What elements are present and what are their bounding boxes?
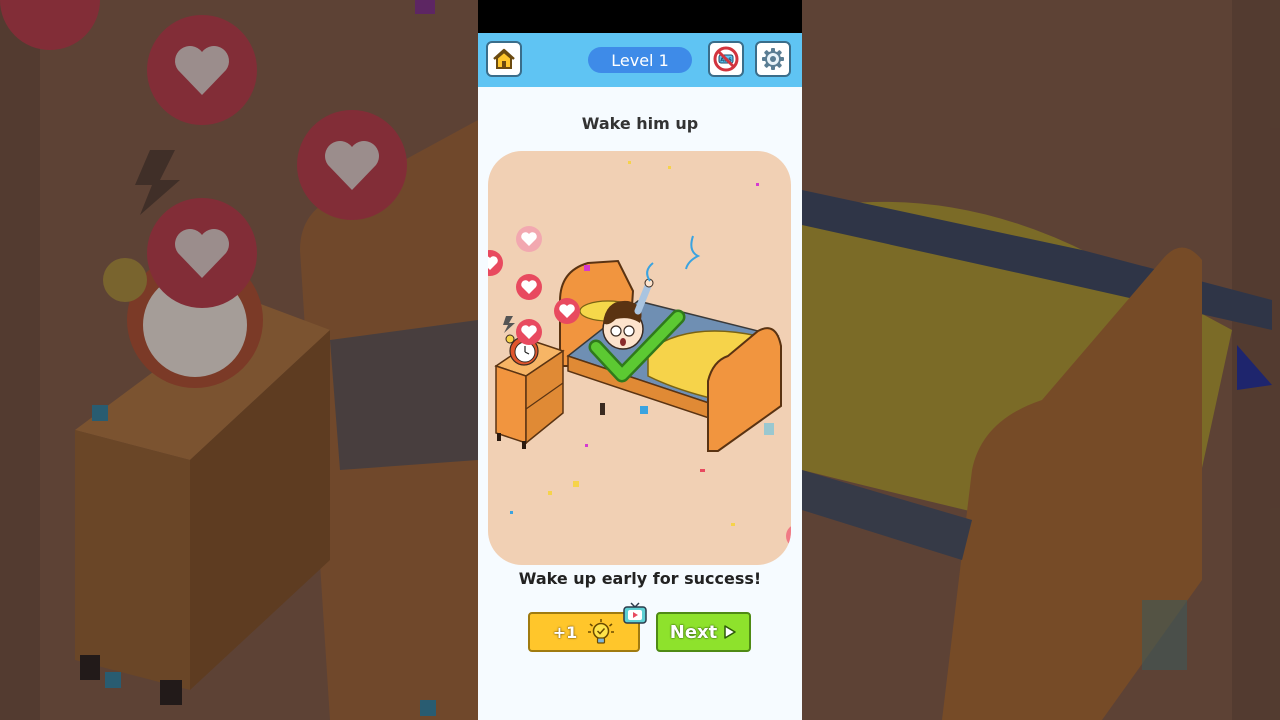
puzzle-title: Wake him up [581, 114, 699, 133]
watch-video-badge [622, 602, 648, 630]
hint-count-label: +1 [552, 622, 578, 642]
tv-video-icon [623, 602, 647, 624]
status-area [478, 0, 802, 33]
top-bar: Level 1 ADS [478, 33, 802, 87]
result-caption: Wake up early for success! [518, 569, 762, 588]
no-ads-icon: ADS [713, 46, 739, 72]
settings-button[interactable] [755, 41, 791, 77]
remove-ads-button[interactable]: ADS [708, 41, 744, 77]
next-label: Next [669, 621, 718, 643]
puzzle-scene[interactable] [488, 151, 791, 565]
lightbulb-icon [588, 619, 615, 644]
bed [559, 259, 782, 452]
level-indicator: Level 1 [588, 47, 692, 73]
game-screen: Level 1 ADS Wake him u [478, 0, 802, 720]
scene-illustration [488, 161, 791, 546]
gear-icon [762, 48, 784, 70]
home-icon [493, 48, 515, 69]
next-button[interactable]: Next [656, 612, 751, 652]
play-triangle-icon [724, 625, 736, 639]
home-button[interactable] [486, 41, 522, 77]
